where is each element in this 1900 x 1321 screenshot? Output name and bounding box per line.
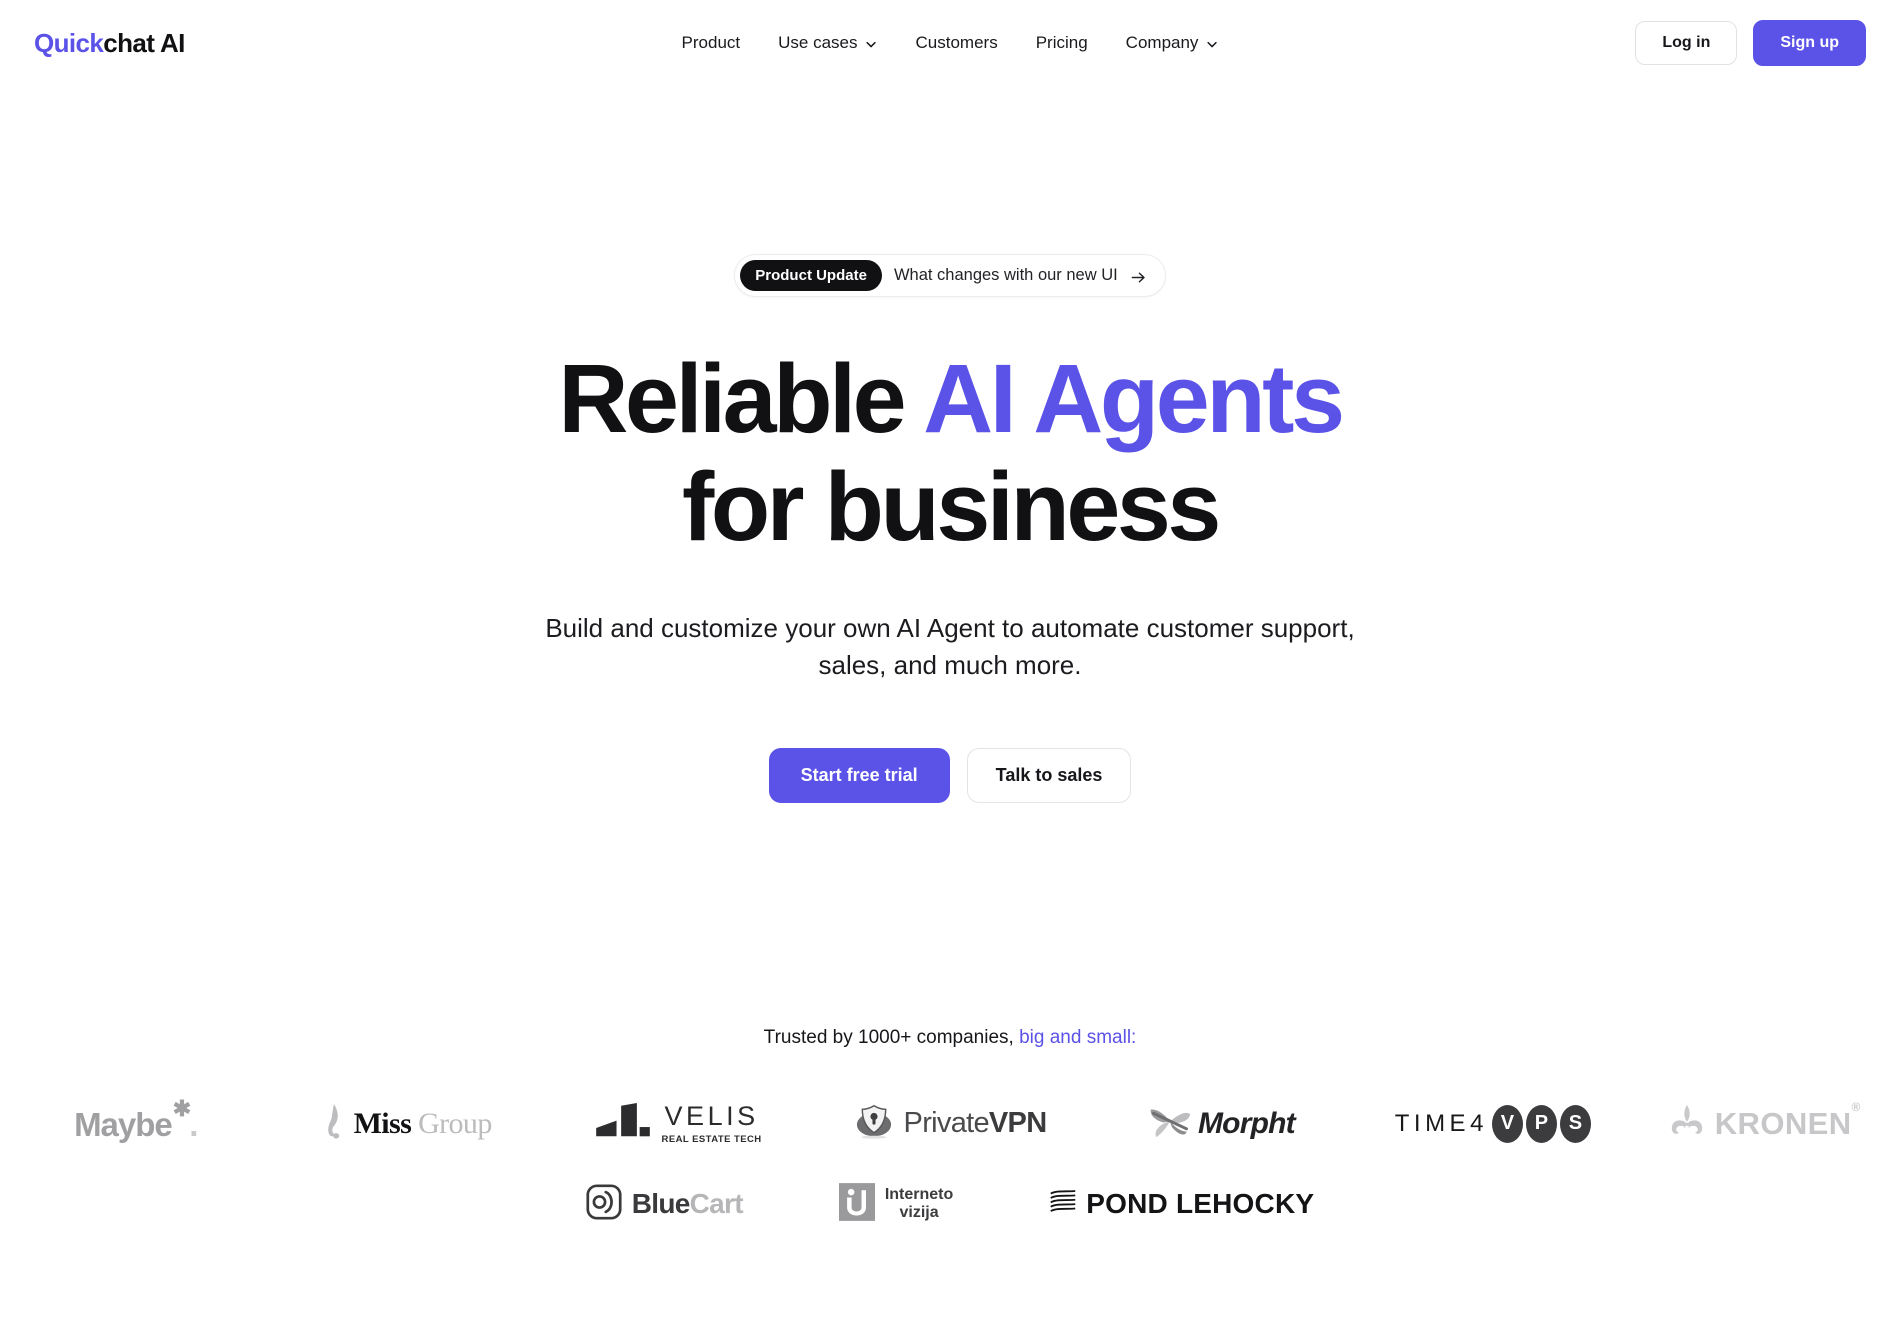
hero-subheading: Build and customize your own AI Agent to… xyxy=(545,613,1355,680)
bluecart-glyph-icon xyxy=(586,1184,622,1225)
product-update-tag: Product Update xyxy=(740,260,882,291)
pond-lehocky-text: POND LEHOCKY xyxy=(1086,1188,1315,1220)
privatevpn-word1: Private xyxy=(903,1107,990,1140)
brand-logo-part1: Quick xyxy=(34,27,104,58)
butterfly-icon xyxy=(1148,1103,1192,1145)
maybe-logo-text: Maybe xyxy=(74,1105,173,1143)
client-logo-bluecart: BlueCart xyxy=(586,1184,744,1225)
time4vps-word1: TIME4 xyxy=(1394,1109,1488,1137)
nav-item-pricing[interactable]: Pricing xyxy=(1036,33,1088,53)
trusted-by-text: Trusted by 1000+ companies, xyxy=(763,1026,1020,1048)
brand-logo-part2: chat AI xyxy=(103,27,185,58)
client-logo-interneto-vizija: Interneto vizija xyxy=(838,1182,954,1226)
client-logo-kronen: KRONEN® xyxy=(1629,1087,1900,1161)
header-actions: Log in Sign up xyxy=(1635,20,1866,66)
client-logo-morpht: Morpht xyxy=(1086,1087,1357,1161)
client-logo-maybe: Maybe✱. xyxy=(0,1087,271,1161)
page-title: Reliable AI Agents for business xyxy=(0,350,1900,555)
client-logo-miss-group: Miss Group xyxy=(271,1087,542,1161)
miss-group-word2: Group xyxy=(418,1106,492,1140)
brand-logo[interactable]: Quickchat AI xyxy=(34,28,185,59)
bar-chart-icon xyxy=(595,1102,650,1145)
nav-item-product[interactable]: Product xyxy=(682,33,741,53)
signup-button[interactable]: Sign up xyxy=(1753,20,1866,66)
time4vps-letter-p: P xyxy=(1525,1104,1557,1143)
time4vps-letters: V P S xyxy=(1491,1104,1591,1143)
talk-to-sales-button[interactable]: Talk to sales xyxy=(966,747,1132,803)
nav-item-label: Use cases xyxy=(778,33,858,52)
nav-item-company[interactable]: Company xyxy=(1126,33,1219,53)
main-navigation: Product Use cases Customers Pricing Comp… xyxy=(682,33,1219,53)
bluecart-word1: Blue xyxy=(631,1188,691,1220)
headline-plain: Reliable xyxy=(558,344,924,453)
trademark-icon: ® xyxy=(1851,1100,1861,1115)
bluecart-word2: Cart xyxy=(689,1188,744,1220)
maybe-dot: . xyxy=(189,1105,198,1143)
client-logo-pond-lehocky: POND LEHOCKY xyxy=(1049,1188,1314,1220)
nav-item-label: Company xyxy=(1125,33,1199,52)
arrow-right-icon xyxy=(1130,269,1147,286)
nav-item-customers[interactable]: Customers xyxy=(916,33,998,53)
client-logo-privatevpn: PrivateVPN xyxy=(814,1087,1085,1161)
start-free-trial-button[interactable]: Start free trial xyxy=(768,747,950,803)
nav-item-label: Pricing xyxy=(1035,33,1088,52)
client-logo-row-2: BlueCart Interneto vizija POND LEHOCKY xyxy=(0,1182,1900,1226)
nav-item-label: Product xyxy=(681,33,741,52)
client-logo-row-1: Maybe✱. Miss Group VELIS REAL ESTATE TEC… xyxy=(0,1087,1900,1161)
client-logo-velis: VELIS REAL ESTATE TECH xyxy=(543,1087,814,1161)
product-update-text: What changes with our new UI xyxy=(893,266,1118,284)
waves-icon xyxy=(1049,1189,1077,1219)
product-update-banner[interactable]: Product Update What changes with our new… xyxy=(734,254,1166,297)
chevron-down-icon xyxy=(865,38,878,51)
miss-group-word1: Miss xyxy=(353,1106,412,1140)
fleur-de-lis-icon xyxy=(1668,1104,1706,1143)
miss-group-mark-icon xyxy=(323,1102,345,1145)
trusted-by-caption: Trusted by 1000+ companies, big and smal… xyxy=(0,1027,1900,1049)
privatevpn-word2: VPN xyxy=(988,1107,1047,1140)
nav-item-label: Customers xyxy=(915,33,998,52)
hero-section: Product Update What changes with our new… xyxy=(0,86,1900,1226)
client-logo-time4vps: TIME4 V P S xyxy=(1357,1087,1628,1161)
hero-cta-row: Start free trial Talk to sales xyxy=(0,747,1900,803)
shield-lock-icon xyxy=(854,1103,894,1144)
chevron-down-icon xyxy=(1205,38,1218,51)
iv-square-icon xyxy=(838,1182,875,1226)
interneto-vizija-line1: Interneto xyxy=(884,1186,954,1204)
asterisk-icon: ✱ xyxy=(172,1095,191,1121)
interneto-vizija-line2: vizija xyxy=(899,1204,939,1222)
time4vps-letter-s: S xyxy=(1559,1104,1591,1143)
velis-logo-text: VELIS xyxy=(664,1101,759,1132)
nav-item-use-cases[interactable]: Use cases xyxy=(778,33,877,53)
headline-accent: AI Agents xyxy=(923,344,1345,453)
login-button[interactable]: Log in xyxy=(1635,21,1738,65)
headline-line2: for business xyxy=(682,452,1221,561)
velis-logo-subtext: REAL ESTATE TECH xyxy=(661,1134,762,1146)
kronen-logo-text: KRONEN xyxy=(1714,1105,1852,1141)
morpht-logo-text: Morpht xyxy=(1197,1106,1296,1140)
trusted-by-link[interactable]: big and small: xyxy=(1019,1027,1136,1048)
site-header: Quickchat AI Product Use cases Customers… xyxy=(0,0,1900,86)
time4vps-letter-v: V xyxy=(1491,1104,1523,1143)
